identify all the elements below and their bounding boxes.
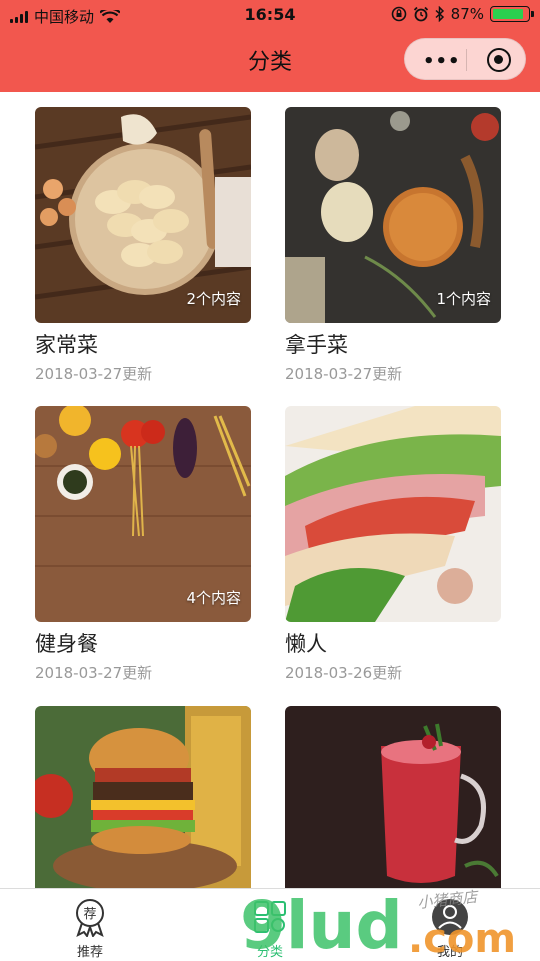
content-count: 1个内容	[436, 290, 491, 308]
category-name: 家常菜	[35, 333, 98, 357]
category-image	[285, 706, 501, 890]
category-image	[285, 406, 501, 622]
category-image: 2个内容	[35, 107, 251, 323]
battery-icon	[490, 6, 534, 22]
tab-bar: 荐 推荐 分类 我的	[0, 888, 540, 961]
category-update-date: 2018-03-26更新	[285, 664, 403, 682]
alarm-icon	[413, 6, 428, 22]
battery-fill	[493, 9, 523, 19]
category-name: 懒人	[285, 632, 327, 656]
capsule-divider	[466, 49, 467, 71]
tab-label: 我的	[436, 945, 463, 960]
category-update-date: 2018-03-27更新	[35, 664, 153, 682]
category-update-date: 2018-03-27更新	[35, 365, 153, 383]
bluetooth-icon	[435, 6, 444, 22]
category-update-date: 2018-03-27更新	[285, 365, 403, 383]
category-image: 1个内容	[285, 107, 501, 323]
close-miniprogram-icon[interactable]	[487, 48, 511, 72]
category-grid-icon	[254, 901, 286, 933]
tab-category[interactable]: 分类	[210, 889, 330, 961]
content-count: 2个内容	[186, 290, 241, 308]
recommend-badge-icon: 荐	[76, 899, 104, 937]
tab-recommend[interactable]: 荐 推荐	[30, 889, 150, 961]
category-image	[35, 706, 251, 890]
more-options-icon[interactable]: •••	[423, 51, 461, 72]
header-bar: 中国移动 16:54 87% 分类 •••	[0, 0, 540, 92]
category-image: 4个内容	[35, 406, 251, 622]
category-name: 健身餐	[35, 632, 98, 656]
status-bar: 中国移动 16:54 87%	[0, 0, 540, 30]
miniprogram-capsule: •••	[404, 38, 526, 80]
battery-percent: 87%	[450, 5, 484, 23]
orientation-lock-icon	[391, 6, 406, 22]
svg-text:荐: 荐	[83, 907, 96, 922]
user-icon	[432, 899, 468, 935]
tab-label: 推荐	[76, 945, 103, 960]
tab-label: 分类	[256, 945, 283, 960]
category-name: 拿手菜	[285, 333, 348, 357]
status-right: 87%	[391, 5, 534, 23]
tab-mine[interactable]: 我的	[390, 889, 510, 961]
content-count: 4个内容	[186, 589, 241, 607]
